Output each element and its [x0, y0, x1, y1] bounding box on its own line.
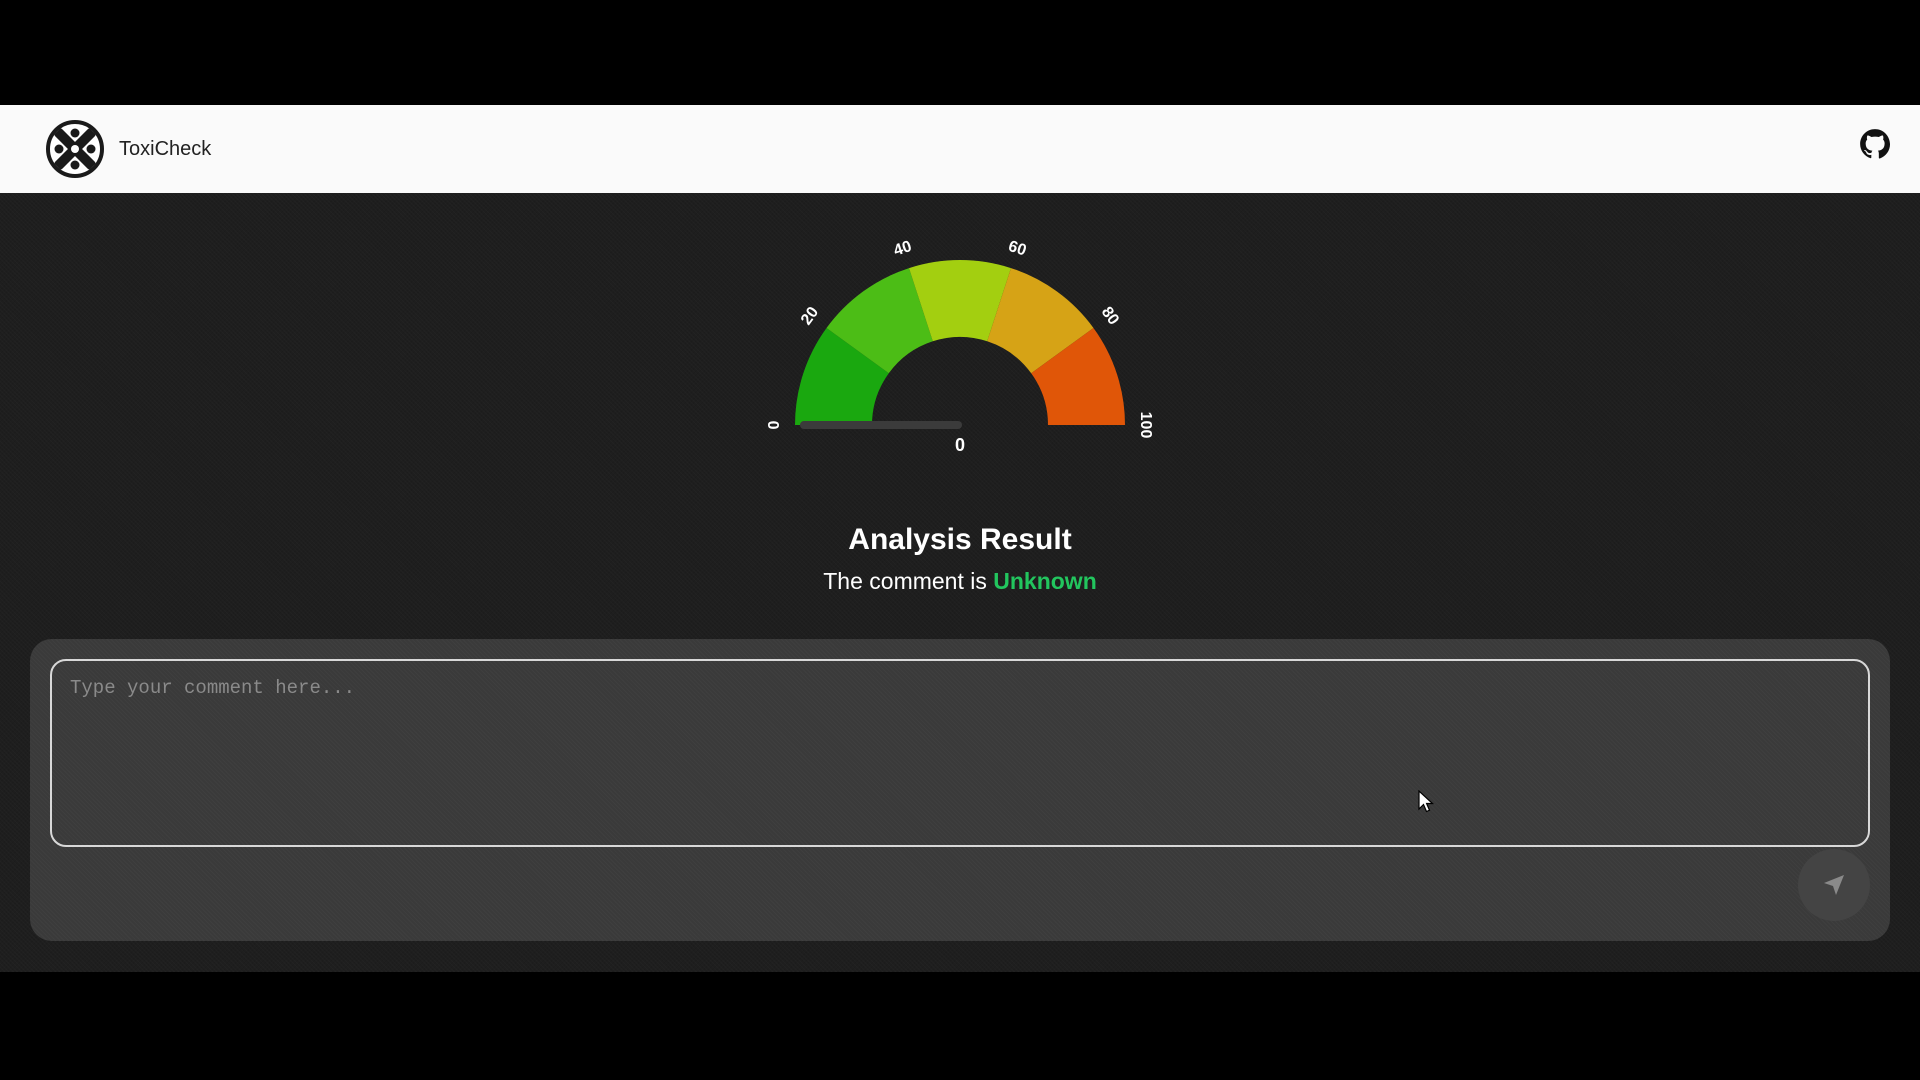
send-icon [1824, 875, 1844, 895]
toxicheck-logo-icon [46, 120, 104, 178]
comment-panel [30, 639, 1890, 941]
navbar: ToxiCheck [0, 105, 1920, 193]
gauge-tick-label: 40 [892, 238, 914, 260]
gauge-tick-label: 100 [1137, 412, 1154, 439]
gauge-tick-label: 0 [766, 420, 783, 429]
gauge-needle [800, 421, 962, 429]
mouse-cursor-icon [1418, 790, 1435, 813]
comment-input[interactable] [50, 659, 1870, 847]
gauge-value-label: 0 [955, 435, 965, 455]
gauge-tick-label: 60 [1006, 238, 1028, 260]
github-link[interactable] [1858, 127, 1892, 161]
main-content: 0 20 40 60 80 100 0 Analysis Result The comme… [0, 193, 1920, 972]
toxicity-gauge: 0 20 40 60 80 100 0 [760, 213, 1160, 458]
brand-name: ToxiCheck [119, 137, 212, 160]
letterbox-top [0, 0, 1920, 105]
gauge-tick-label: 20 [798, 304, 822, 328]
send-button[interactable] [1798, 849, 1870, 921]
gauge-svg: 0 20 40 60 80 100 0 [766, 238, 1154, 455]
brand[interactable]: ToxiCheck [45, 119, 211, 179]
result-title: Analysis Result [848, 523, 1072, 556]
result-line: The comment is Unknown [0, 568, 1920, 595]
github-icon [1860, 129, 1891, 159]
result-status: Unknown [993, 568, 1097, 594]
letterbox-bottom [0, 972, 1920, 1080]
result-prefix: The comment is [823, 568, 987, 594]
gauge-tick-label: 80 [1098, 304, 1122, 328]
